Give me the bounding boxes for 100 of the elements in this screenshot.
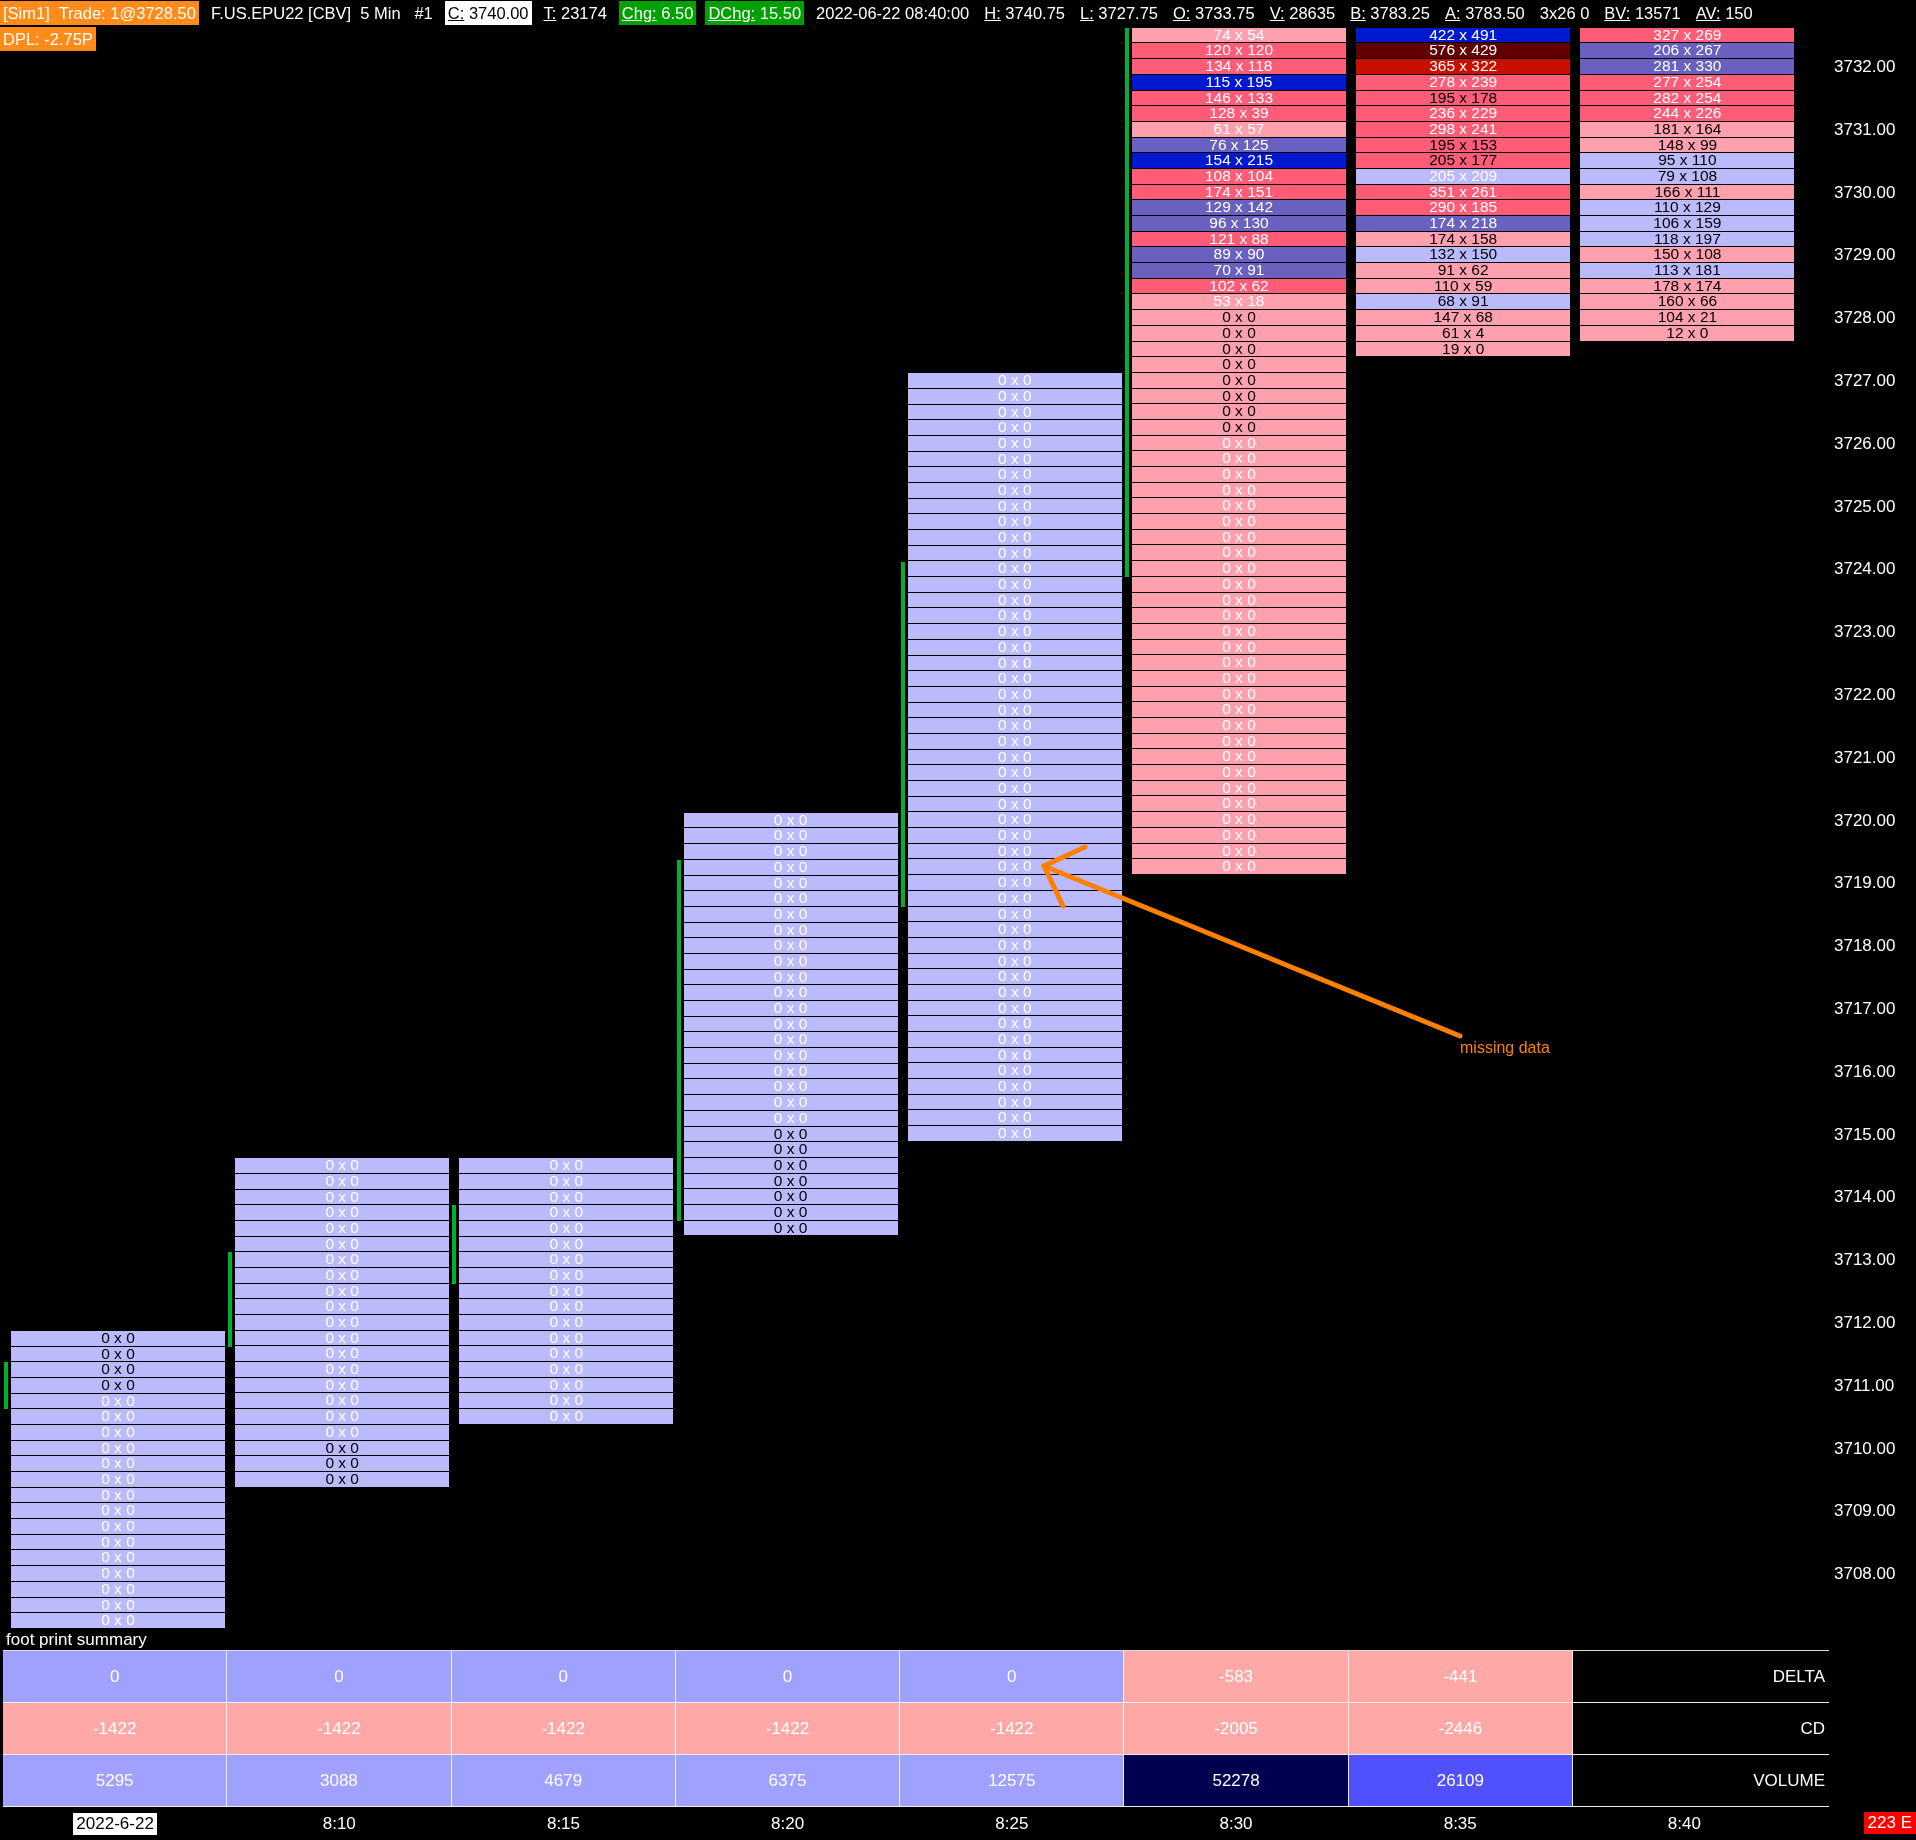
footprint-cell: 0 x 0 bbox=[235, 1456, 450, 1472]
footprint-cell: 0 x 0 bbox=[907, 530, 1122, 546]
footprint-cell: 120 x 120 bbox=[1132, 43, 1346, 60]
footprint-cell: 0 x 0 bbox=[1132, 608, 1346, 624]
footprint-cell: 0 x 0 bbox=[907, 812, 1122, 829]
header-field: L: 3727.75 bbox=[1077, 1, 1161, 25]
footprint-cell: 205 x 177 bbox=[1356, 153, 1571, 169]
footprint-cell: 422 x 491 bbox=[1356, 27, 1571, 44]
footprint-cell: 0 x 0 bbox=[235, 1362, 450, 1378]
footprint-cell: 74 x 54 bbox=[1132, 27, 1346, 44]
summary-title: foot print summary bbox=[5, 1630, 148, 1650]
footprint-cell: 134 x 118 bbox=[1132, 59, 1346, 75]
footprint-cell: 147 x 68 bbox=[1356, 310, 1571, 326]
footprint-cell: 0 x 0 bbox=[683, 1189, 898, 1205]
time-label: 8:30 bbox=[1218, 1812, 1254, 1835]
header-field: DPL: -2.75P bbox=[0, 27, 96, 51]
footprint-cell: 0 x 0 bbox=[1132, 451, 1346, 467]
price-label: 3728.00 bbox=[1834, 307, 1896, 330]
price-label: 3714.00 bbox=[1834, 1186, 1896, 1209]
price-label: 3711.00 bbox=[1834, 1374, 1895, 1397]
price-label: 3720.00 bbox=[1834, 809, 1896, 832]
footprint-cell: 104 x 21 bbox=[1580, 310, 1795, 326]
footprint-cell: 128 x 39 bbox=[1132, 106, 1346, 122]
table-cell: -1422 bbox=[451, 1703, 676, 1755]
footprint-cell: 95 x 110 bbox=[1580, 153, 1795, 169]
footprint-cell: 327 x 269 bbox=[1580, 27, 1795, 44]
price-label: 3725.00 bbox=[1834, 495, 1896, 518]
footprint-cell: 0 x 0 bbox=[1132, 765, 1346, 781]
footprint-cell: 0 x 0 bbox=[235, 1252, 450, 1268]
header-field: O: 3733.75 bbox=[1170, 1, 1258, 25]
footprint-cell: 0 x 0 bbox=[11, 1566, 225, 1582]
footprint-cell: 0 x 0 bbox=[459, 1362, 674, 1378]
footprint-cell: 113 x 181 bbox=[1580, 263, 1795, 279]
footprint-cell: 0 x 0 bbox=[907, 608, 1122, 625]
table-cell: -583 bbox=[1124, 1651, 1349, 1703]
footprint-cell: 0 x 0 bbox=[683, 1032, 898, 1049]
table-cell: 0 bbox=[227, 1651, 452, 1703]
footprint-cell: 0 x 0 bbox=[459, 1158, 674, 1174]
header-field: 2022-06-22 08:40:00 bbox=[813, 1, 973, 25]
footprint-cell: 0 x 0 bbox=[459, 1252, 674, 1268]
time-label: 8:25 bbox=[994, 1812, 1030, 1835]
table-cell: -2005 bbox=[1124, 1703, 1349, 1755]
footprint-cell: 0 x 0 bbox=[459, 1299, 674, 1315]
footprint-cell: 0 x 0 bbox=[11, 1409, 225, 1425]
footprint-cell: 0 x 0 bbox=[1132, 498, 1346, 515]
footprint-cell: 0 x 0 bbox=[1132, 514, 1346, 530]
footprint-cell: 0 x 0 bbox=[907, 1079, 1122, 1095]
footprint-cell: 0 x 0 bbox=[235, 1299, 450, 1315]
annotation-text: missing data bbox=[1460, 1039, 1550, 1057]
footprint-cell: 0 x 0 bbox=[907, 577, 1122, 593]
price-marker: 223 E bbox=[1863, 1812, 1916, 1834]
footprint-cell: 0 x 0 bbox=[459, 1409, 674, 1425]
footprint-cell: 0 x 0 bbox=[235, 1205, 450, 1221]
footprint-cell: 0 x 0 bbox=[235, 1346, 450, 1363]
price-label: 3718.00 bbox=[1834, 935, 1896, 958]
footprint-cell: 0 x 0 bbox=[459, 1393, 674, 1410]
footprint-cell: 290 x 185 bbox=[1356, 200, 1571, 216]
footprint-cell: 0 x 0 bbox=[1132, 796, 1346, 813]
price-label: 3731.00 bbox=[1834, 118, 1896, 141]
price-label: 3710.00 bbox=[1834, 1437, 1896, 1460]
footprint-cell: 0 x 0 bbox=[907, 420, 1122, 436]
footprint-cell: 0 x 0 bbox=[683, 812, 898, 829]
footprint-cell: 0 x 0 bbox=[235, 1315, 450, 1331]
price-label: 3713.00 bbox=[1834, 1249, 1896, 1272]
footprint-cell: 110 x 129 bbox=[1580, 200, 1795, 216]
price-label: 3712.00 bbox=[1834, 1312, 1896, 1334]
table-cell: -1422 bbox=[900, 1703, 1125, 1755]
header-field: V: 28635 bbox=[1266, 1, 1339, 25]
footprint-cell: 0 x 0 bbox=[683, 844, 898, 860]
footprint-cell: 150 x 108 bbox=[1580, 247, 1795, 264]
footprint-cell: 0 x 0 bbox=[11, 1472, 225, 1488]
footprint-cell: 0 x 0 bbox=[1132, 812, 1346, 828]
candle-marker bbox=[4, 1362, 8, 1410]
footprint-cell: 154 x 215 bbox=[1132, 153, 1346, 169]
table-cell: 0 bbox=[675, 1651, 901, 1703]
footprint-cell: 0 x 0 bbox=[1132, 702, 1346, 718]
footprint-cell: 365 x 322 bbox=[1356, 59, 1571, 75]
price-label: 3727.00 bbox=[1834, 370, 1896, 392]
footprint-cell: 0 x 0 bbox=[11, 1613, 225, 1629]
footprint-cell: 0 x 0 bbox=[907, 671, 1122, 687]
price-label: 3708.00 bbox=[1834, 1563, 1896, 1586]
footprint-cell: 0 x 0 bbox=[683, 1001, 898, 1017]
footprint-cell: 0 x 0 bbox=[683, 828, 898, 845]
footprint-cell: 0 x 0 bbox=[1132, 655, 1346, 671]
footprint-cell: 132 x 150 bbox=[1356, 247, 1571, 264]
footprint-cell: 0 x 0 bbox=[1132, 718, 1346, 734]
footprint-cell: 0 x 0 bbox=[907, 1063, 1122, 1080]
price-label: 3729.00 bbox=[1834, 244, 1896, 267]
footprint-cell: 70 x 91 bbox=[1132, 263, 1346, 279]
header-field: 3x26 0 bbox=[1536, 1, 1593, 25]
price-label: 3716.00 bbox=[1834, 1060, 1896, 1083]
footprint-cell: 53 x 18 bbox=[1132, 294, 1346, 311]
footprint-cell: 0 x 0 bbox=[907, 467, 1122, 483]
table-cell: 52278 bbox=[1124, 1755, 1349, 1807]
footprint-cell: 0 x 0 bbox=[1132, 404, 1346, 420]
footprint-cell: 0 x 0 bbox=[683, 985, 898, 1001]
table-cell: -441 bbox=[1348, 1651, 1573, 1703]
header-field: Chg: 6.50 bbox=[618, 1, 697, 25]
table-cell: -1422 bbox=[3, 1703, 228, 1755]
price-label: 3721.00 bbox=[1834, 746, 1896, 769]
